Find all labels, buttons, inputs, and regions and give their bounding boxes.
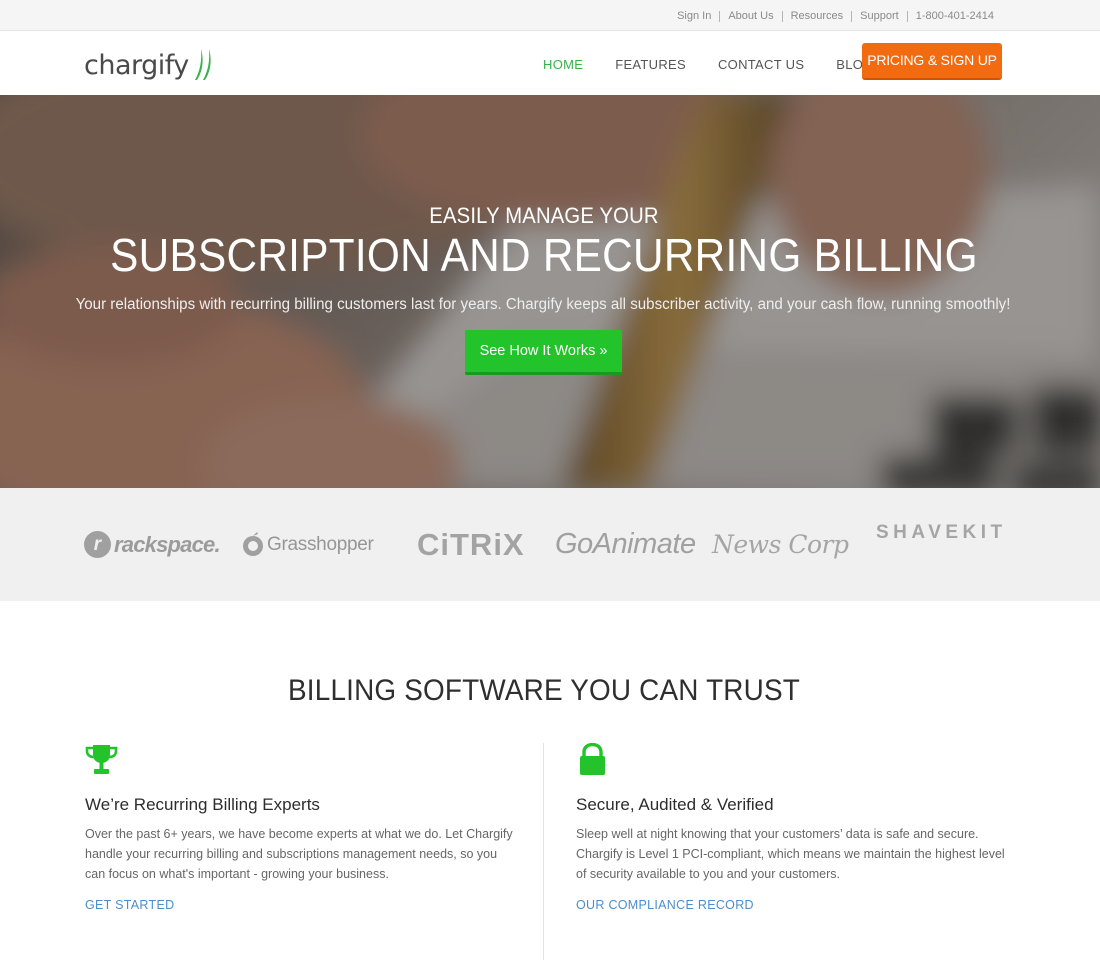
phone-number-link[interactable]: 1-800-401-2414: [908, 10, 1002, 22]
compliance-record-link[interactable]: OUR COMPLIANCE RECORD: [576, 898, 1016, 912]
feature-billing-experts: We’re Recurring Billing Experts Over the…: [85, 743, 525, 912]
main-nav-menu: HOME FEATURES CONTACT US BLOG: [527, 54, 890, 75]
logo-mark-icon: [194, 49, 211, 80]
rackspace-logo: r rackspace.: [84, 488, 221, 601]
logo-wordmark: chargify: [84, 50, 189, 81]
hero-banner: EASILY MANAGE YOUR SUBSCRIPTION AND RECU…: [0, 95, 1100, 488]
feature-title: Secure, Audited & Verified: [576, 795, 774, 814]
news-corp-logo: News Corp: [712, 488, 849, 601]
feature-title: We’re Recurring Billing Experts: [85, 795, 320, 814]
sign-in-link[interactable]: Sign In: [669, 10, 719, 22]
hero-eyebrow: EASILY MANAGE YOUR: [429, 203, 659, 228]
about-us-link[interactable]: About Us: [720, 10, 781, 22]
shavekit-wordmark: SHAVEKIT: [876, 521, 1007, 543]
feature-description: Over the past 6+ years, we have become e…: [85, 827, 513, 881]
client-logos-strip: r rackspace. Grasshopper CiTRiX GoAnimat…: [0, 488, 1100, 601]
support-link[interactable]: Support: [852, 10, 907, 22]
nav-item-features[interactable]: FEATURES: [599, 54, 702, 75]
utility-links: Sign In About Us Resources Support 1-800…: [669, 10, 1002, 22]
citrix-logo: CiTRiX: [417, 488, 525, 601]
nav-item-contact-us[interactable]: CONTACT US: [702, 54, 820, 75]
rackspace-wordmark: rackspace.: [114, 531, 221, 557]
citrix-wordmark: CiTRiX: [417, 526, 525, 562]
main-navbar: chargify HOME FEATURES CONTACT US BLOG P…: [0, 31, 1100, 95]
resources-link[interactable]: Resources: [783, 10, 852, 22]
lock-icon: [580, 742, 605, 775]
feature-secure-audited: Secure, Audited & Verified Sleep well at…: [576, 742, 1016, 912]
shavekit-logo: SHAVEKIT: [876, 476, 1007, 589]
feature-description: Sleep well at night knowing that your cu…: [576, 827, 1005, 881]
utility-bar: Sign In About Us Resources Support 1-800…: [0, 0, 1100, 31]
trophy-icon: [85, 745, 118, 774]
news-corp-wordmark: News Corp: [712, 530, 849, 559]
goanimate-logo: GoAnimate: [555, 488, 696, 601]
goanimate-wordmark: GoAnimate: [555, 528, 696, 560]
rackspace-mark-icon: r: [84, 531, 111, 558]
grasshopper-logo: Grasshopper: [241, 488, 374, 601]
see-how-it-works-button[interactable]: See How It Works »: [465, 330, 622, 375]
column-divider: [543, 743, 544, 960]
hero-subtitle: Your relationships with recurring billin…: [75, 296, 1011, 313]
trust-section-title: BILLING SOFTWARE YOU CAN TRUST: [288, 674, 800, 707]
grasshopper-mark-icon: [243, 531, 263, 556]
hero-overlay: [0, 95, 1100, 488]
get-started-link[interactable]: GET STARTED: [85, 898, 525, 912]
hero-title: SUBSCRIPTION AND RECURRING BILLING: [110, 229, 978, 281]
nav-item-home[interactable]: HOME: [527, 54, 599, 75]
grasshopper-wordmark: Grasshopper: [267, 533, 374, 555]
chargify-logo[interactable]: chargify: [84, 39, 214, 87]
pricing-sign-up-button[interactable]: PRICING & SIGN UP: [862, 43, 1002, 80]
